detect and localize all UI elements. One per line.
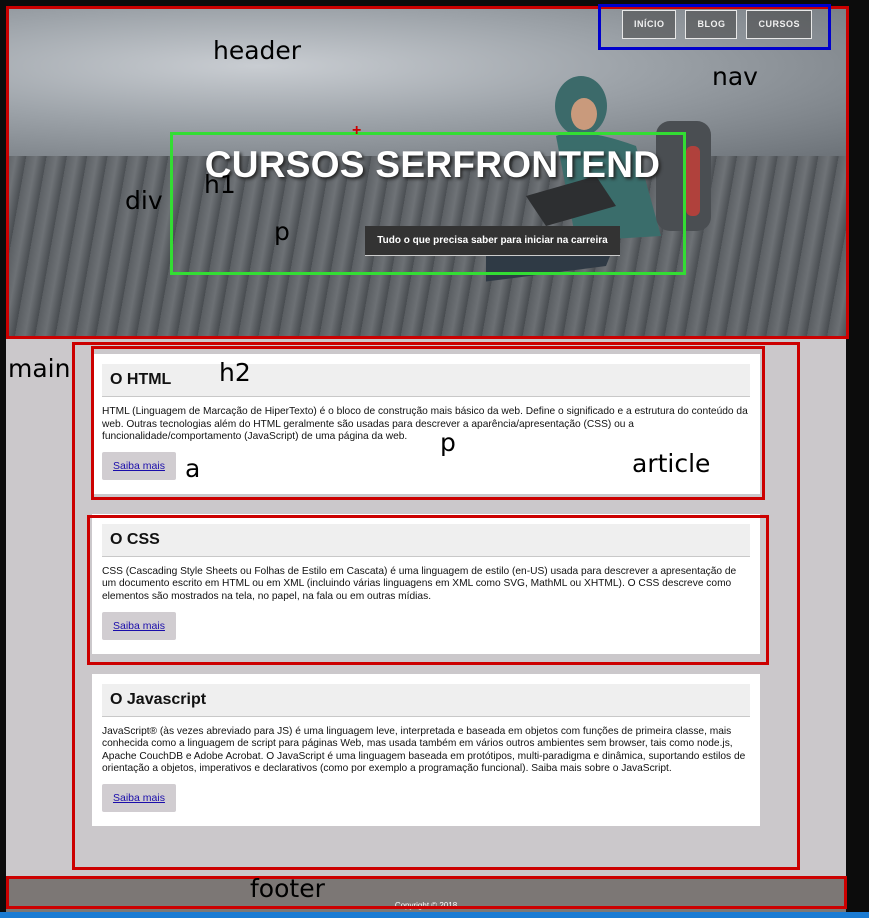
nav-link-inicio[interactable]: INÍCIO [621,10,677,39]
saiba-mais-link[interactable]: Saiba mais [102,451,176,480]
annotation-label-main: main [8,354,71,383]
footer: Copyright © 2018 [6,876,846,912]
annotation-label-article: article [632,449,711,478]
saiba-mais-link[interactable]: Saiba mais [102,611,176,640]
saiba-mais-link[interactable]: Saiba mais [102,783,176,812]
annotation-label-footer: footer [250,874,325,903]
annotation-label-div: div [125,186,163,215]
article-title: O HTML [102,364,750,397]
annotation-label-p: p [274,217,290,246]
nav-link-cursos[interactable]: CURSOS [746,10,812,39]
annotation-label-a: a [185,454,201,483]
header: INÍCIO BLOG CURSOS CURSOS SERFRONTEND Tu… [6,6,846,339]
annotation-label-p-2: p [440,428,456,457]
annotation-label-nav: nav [712,62,758,91]
cursor-crosshair-icon: + [352,122,362,139]
main: O HTML HTML (Linguagem de Marcação de Hi… [92,354,760,846]
article-title: O CSS [102,523,750,557]
annotation-label-h1: h1 [204,170,236,199]
hero-div: CURSOS SERFRONTEND Tudo o que precisa sa… [176,136,689,276]
page: INÍCIO BLOG CURSOS CURSOS SERFRONTEND Tu… [6,6,846,912]
page-title: CURSOS SERFRONTEND [204,144,661,185]
article-text: JavaScript® (às vezes abreviado para JS)… [102,725,746,775]
article-css: O CSS CSS (Cascading Style Sheets ou Fol… [92,513,760,654]
hero-subtitle: Tudo o que precisa saber para iniciar na… [365,226,620,256]
nav: INÍCIO BLOG CURSOS [621,10,812,39]
nav-link-blog[interactable]: BLOG [685,10,738,39]
copyright-text: Copyright © 2018 [394,901,458,910]
article-text: HTML (Linguagem de Marcação de HiperText… [102,406,748,443]
article-text: CSS (Cascading Style Sheets ou Folhas de… [102,565,737,602]
taskbar-strip [0,912,869,918]
article-title: O Javascript [102,683,750,717]
annotation-label-h2: h2 [219,358,251,387]
article-javascript: O Javascript JavaScript® (às vezes abrev… [92,673,760,826]
annotation-label-header: header [213,36,302,65]
